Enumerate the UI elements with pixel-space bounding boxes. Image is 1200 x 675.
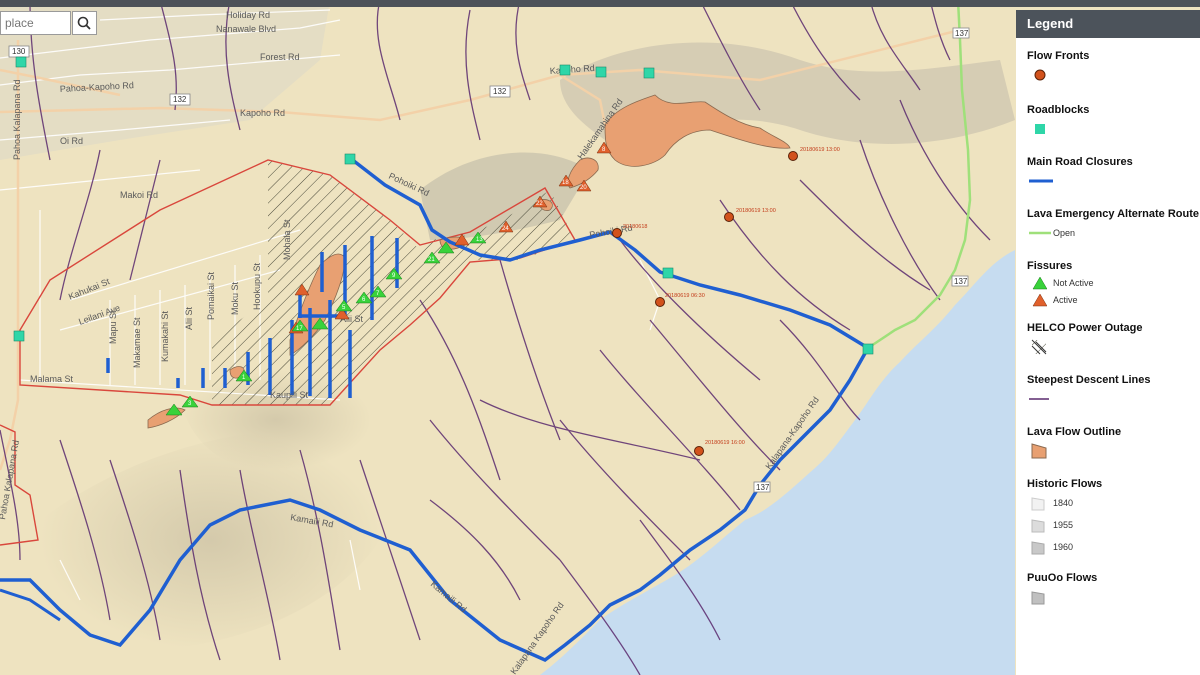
flow-front-icon xyxy=(1034,69,1046,81)
legend-steepest-title: Steepest Descent Lines xyxy=(1027,374,1151,386)
roadblock-icon xyxy=(1035,124,1045,134)
fissure-label: 18 xyxy=(562,180,569,186)
legend-fissures-not-active: Not Active xyxy=(1053,277,1094,288)
label-mapu: Mapu St xyxy=(108,310,118,344)
legend-helco: HELCO Power Outage xyxy=(1027,320,1200,358)
legend-lava-outline-title: Lava Flow Outline xyxy=(1027,426,1122,438)
shield-132b: 132 xyxy=(493,87,507,96)
legend-steepest: Steepest Descent Lines xyxy=(1027,372,1200,410)
legend-road-closures-title: Main Road Closures xyxy=(1027,156,1133,168)
historic-1955-icon xyxy=(1031,519,1045,533)
flow-front-label: 20180619 13:00 xyxy=(736,208,776,214)
flow-front xyxy=(724,212,734,222)
legend-fissures-title: Fissures xyxy=(1027,260,1073,272)
steepest-descent-icon xyxy=(1029,398,1049,400)
shield-137b: 137 xyxy=(954,277,968,286)
roadblock xyxy=(13,330,25,342)
flow-front-label: 20180619 13:00 xyxy=(800,147,840,153)
historic-1960-icon xyxy=(1031,541,1045,555)
legend-lava-outline: Lava Flow Outline xyxy=(1027,424,1200,462)
legend-flow-fronts-title: Flow Fronts xyxy=(1027,50,1090,62)
fissure-label: 20 xyxy=(580,185,587,191)
flow-front-label: 20180619 16:00 xyxy=(705,440,745,446)
label-kumakahi: Kumakahi St xyxy=(160,310,170,362)
roadblock xyxy=(862,343,874,355)
flow-front xyxy=(694,446,704,456)
label-makoi: Makoi Rd xyxy=(120,190,158,200)
search-icon xyxy=(77,16,91,30)
shield-137c: 137 xyxy=(756,483,770,492)
label-moku: Moku St xyxy=(230,281,240,315)
label-hookupu: Hookupu St xyxy=(252,262,262,310)
label-forest: Forest Rd xyxy=(260,52,300,62)
historic-1840-icon xyxy=(1031,497,1045,511)
label-malama: Malama St xyxy=(30,374,74,384)
label-mohala: Mohala St xyxy=(282,219,292,260)
label-makamae: Makamae St xyxy=(132,317,142,368)
search-button[interactable] xyxy=(72,11,97,35)
flow-front-label: 20180618 xyxy=(623,224,647,230)
legend-alt-route-title: Lava Emergency Alternate Route xyxy=(1027,208,1199,220)
legend-roadblocks: Roadblocks xyxy=(1027,102,1200,140)
legend-panel: Legend Flow Fronts Roadblocks Main Road … xyxy=(1016,10,1200,675)
flow-front-label: 20180619 06:30 xyxy=(665,293,705,299)
fissure-label: 21 xyxy=(428,257,435,263)
legend-historic-flows-title: Historic Flows xyxy=(1027,478,1103,490)
puuoo-flow-icon xyxy=(1031,591,1045,605)
flow-front xyxy=(612,228,622,238)
fissure-label: 24 xyxy=(502,226,509,232)
label-kaupili: Kaupili St xyxy=(270,390,309,400)
shield-132a: 132 xyxy=(173,95,187,104)
legend-historic-flows: Historic Flows 1840 1955 1960 xyxy=(1027,476,1200,558)
power-outage-icon xyxy=(1031,339,1047,355)
roadblock xyxy=(559,64,571,76)
legend-fissures: Fissures Not Active Active xyxy=(1027,258,1200,308)
label-pomaikai: Pomaikai St xyxy=(206,271,216,320)
label-pahoa-kalapana: Pahoa Kalapana Rd xyxy=(12,79,22,160)
label-alii: Alii St xyxy=(184,306,194,330)
roadblock xyxy=(662,267,674,279)
fissure-label: 22 xyxy=(536,201,543,207)
alt-route-icon xyxy=(1029,231,1051,235)
legend-historic-1960: 1960 xyxy=(1053,542,1074,552)
roadblock xyxy=(344,153,356,165)
legend-flow-fronts: Flow Fronts xyxy=(1027,48,1200,86)
flow-front xyxy=(655,297,665,307)
legend-road-closures: Main Road Closures xyxy=(1027,154,1200,192)
legend-puuoo-title: PuuOo Flows xyxy=(1027,572,1098,584)
legend-alt-route: Lava Emergency Alternate Route Open xyxy=(1027,206,1200,244)
fissure-label: 13 xyxy=(476,237,483,243)
top-toolbar xyxy=(0,0,1200,7)
fissure-label: 17 xyxy=(296,326,303,332)
fissure-not-active-icon xyxy=(1032,276,1047,289)
roadblock xyxy=(15,56,27,68)
lava-outline-icon xyxy=(1031,443,1047,459)
roadblock xyxy=(595,66,607,78)
legend-historic-1840: 1840 xyxy=(1053,498,1074,508)
fissure-active-icon xyxy=(1032,293,1047,306)
shield-137a: 137 xyxy=(955,29,969,38)
legend-puuoo: PuuOo Flows xyxy=(1027,570,1200,608)
road-closure-icon xyxy=(1029,179,1053,183)
search-input[interactable]: place xyxy=(0,11,71,35)
legend-helco-title: HELCO Power Outage xyxy=(1027,322,1143,334)
legend-alt-route-open: Open xyxy=(1053,228,1076,238)
shield-130: 130 xyxy=(12,47,26,56)
flow-front xyxy=(788,151,798,161)
legend-roadblocks-title: Roadblocks xyxy=(1027,104,1090,116)
legend-fissures-active: Active xyxy=(1053,294,1078,305)
legend-title: Legend xyxy=(1016,10,1200,38)
roadblock xyxy=(643,67,655,79)
label-oi: Oi Rd xyxy=(60,136,83,146)
label-holiday-rd: Holiday Rd xyxy=(226,10,270,20)
legend-historic-1955: 1955 xyxy=(1053,520,1074,530)
label-kapoho-rd-a: Kapoho Rd xyxy=(240,108,285,118)
label-nanawale: Nanawale Blvd xyxy=(216,24,276,34)
